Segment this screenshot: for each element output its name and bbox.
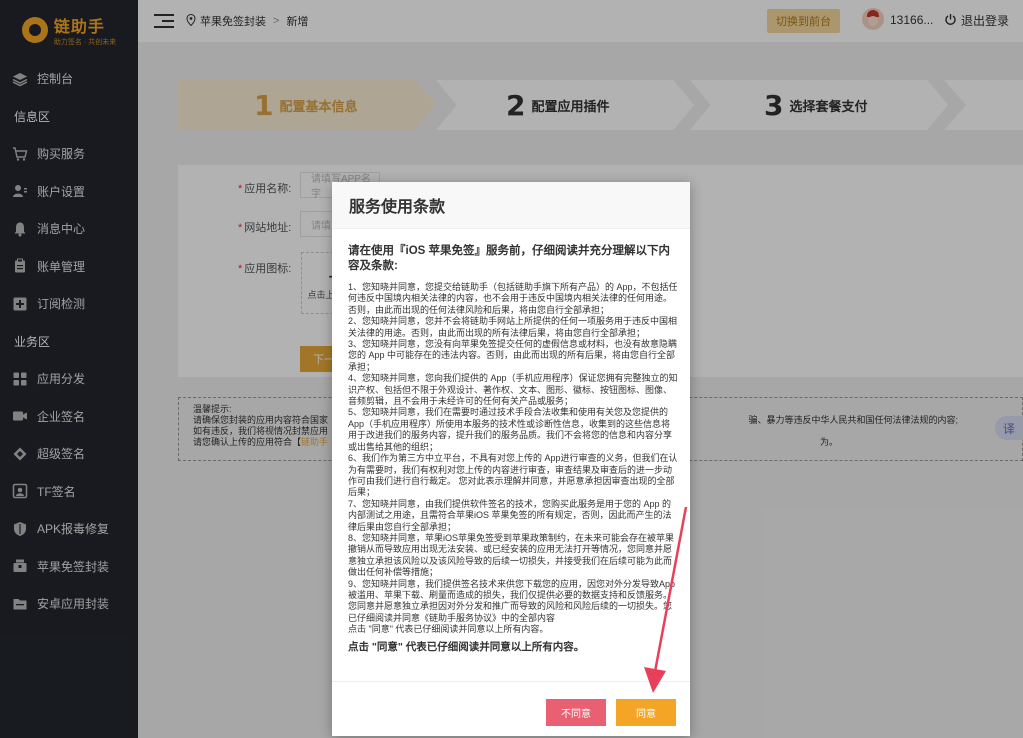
terms-paragraph: 6、我们作为第三方中立平台，不具有对您上传的 App进行审查的义务，但我们在认为… [348,453,678,498]
terms-paragraph: 点击 "同意" 代表已仔细阅读并同意以上所有内容。 [348,624,549,635]
terms-paragraph: 5、您知晓并同意，我们在需要时通过技术手段合法收集和使用有关您及您提供的App（… [348,407,673,452]
terms-outro: 点击 "同意" 代表已仔细阅读并同意以上所有内容。 [348,640,585,653]
dialog-footer: 不同意 同意 [332,681,690,736]
terms-paragraph: 4、您知晓并同意，您向我们提供的 App（手机应用程序）保证您拥有完整独立的知识… [348,373,678,407]
disagree-button[interactable]: 不同意 [546,699,606,726]
terms-intro: 请在使用『iOS 苹果免签』服务前，仔细阅读并充分理解以下内容及条款: [348,245,671,272]
terms-paragraph: 8、您知晓并同意，苹果iOS苹果免签受到苹果政策制约，在未来可能会存在被苹果撤销… [348,532,675,578]
dialog-title: 服务使用条款 [332,182,690,229]
terms-paragraph: 7、您知晓并同意，由我们提供软件签名的技术，您购买此服务是用于您的 App 的内… [348,498,672,532]
agree-button[interactable]: 同意 [616,699,676,726]
terms-paragraph: 2、您知晓并同意，您并不会将链助手网站上所提供的任何一项服务用于违反中国相关法律… [348,316,678,338]
terms-dialog: 服务使用条款 请在使用『iOS 苹果免签』服务前，仔细阅读并充分理解以下内容及条… [332,182,690,736]
terms-content: 请在使用『iOS 苹果免签』服务前，仔细阅读并充分理解以下内容及条款: 1、您知… [348,244,678,653]
terms-paragraph: 1、您知晓并同意，您提交给链助手（包括链助手旗下所有产品）的 App，不包括任何… [348,282,678,315]
terms-paragraph: 3、您知晓并同意，您没有向苹果免签提交任何的虚假信息或材料，也没有故意隐瞒您的 … [348,339,678,372]
terms-paragraph: 9、您知晓并同意，我们提供签名技术来供您下载您的应用，因您对外分发导致App被滥… [348,578,676,623]
